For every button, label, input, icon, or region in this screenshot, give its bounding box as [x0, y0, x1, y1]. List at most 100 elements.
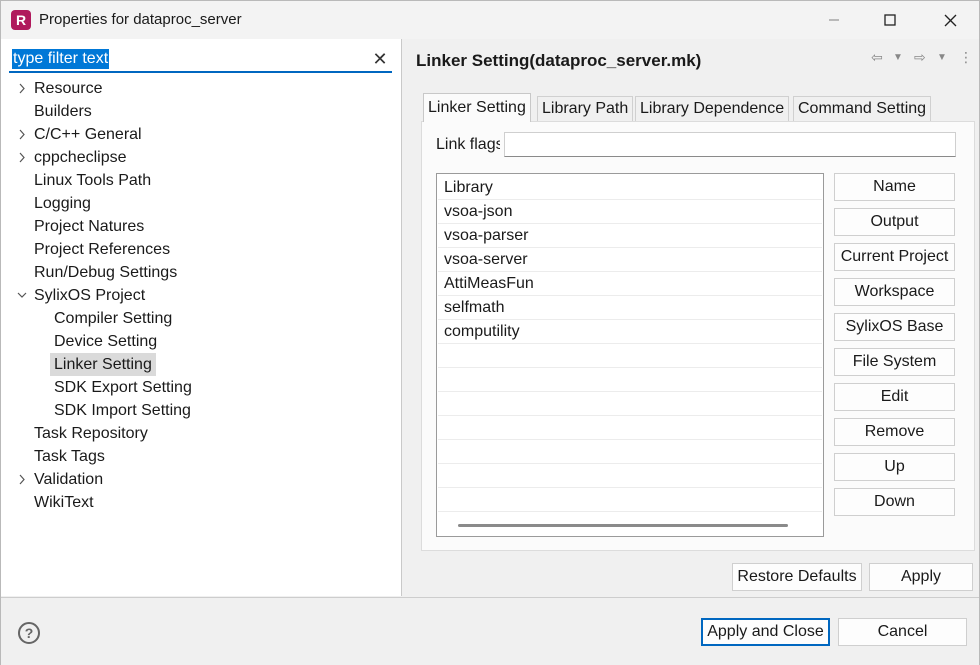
apply-button[interactable]: Apply [869, 563, 973, 591]
restore-defaults-button[interactable]: Restore Defaults [732, 563, 862, 591]
tree-item[interactable]: Device Setting [1, 330, 401, 353]
tree-item-label: SDK Export Setting [54, 379, 192, 396]
library-list-item[interactable]: AttiMeasFun [438, 272, 822, 296]
tree-item[interactable]: Project References [1, 238, 401, 261]
chevron-right-icon[interactable] [16, 123, 28, 146]
link-flags-label: Link flags [436, 136, 500, 153]
minimize-icon [829, 19, 839, 21]
tree-item[interactable]: SDK Export Setting [1, 376, 401, 399]
maximize-icon [884, 14, 896, 26]
tree-item-label: Task Repository [34, 425, 148, 442]
filter-box: type filter text ✕ [9, 47, 392, 73]
tree-item-label: Project References [34, 241, 171, 258]
output-button[interactable]: Output [834, 208, 955, 236]
workspace-button[interactable]: Workspace [834, 278, 955, 306]
edit-button[interactable]: Edit [834, 383, 955, 411]
tree-item-label: Device Setting [54, 333, 158, 350]
sylixos-base-button[interactable]: SylixOS Base [834, 313, 955, 341]
link-flags-input[interactable] [504, 132, 956, 157]
library-list[interactable]: computility selfmath AttiMeasFun vsoa-serve… [436, 173, 824, 537]
cancel-button[interactable]: Cancel [838, 618, 967, 646]
tree-item[interactable]: WikiText [1, 491, 401, 514]
up-button[interactable]: Up [834, 453, 955, 481]
page-nav-icons: ⇦ ▼ ⇨ ▼ ⋮ [871, 49, 976, 69]
library-list-item[interactable] [438, 440, 822, 464]
current-project-button[interactable]: Current Project [834, 243, 955, 271]
tree-item-label: Run/Debug Settings [34, 264, 178, 281]
dialog-footer: ? Apply and Close Cancel [1, 597, 979, 665]
library-list-item[interactable] [438, 344, 822, 368]
tree-item[interactable]: Linux Tools Path [1, 169, 401, 192]
help-icon[interactable]: ? [18, 622, 40, 644]
down-button[interactable]: Down [834, 488, 955, 516]
tree-item[interactable]: C/C++ General [1, 123, 401, 146]
tree-item-label: SylixOS Project [34, 287, 146, 304]
library-list-item[interactable] [438, 368, 822, 392]
maximize-button[interactable] [867, 1, 913, 39]
tree-item-label: C/C++ General [34, 126, 142, 143]
tree-item[interactable]: SDK Import Setting [1, 399, 401, 422]
clear-icon[interactable]: ✕ [372, 49, 388, 69]
tree-item-label: Builders [34, 103, 92, 120]
library-list-item[interactable]: computility [438, 320, 822, 344]
view-menu-icon[interactable]: ⋮ [959, 49, 973, 66]
tab-library-dependence[interactable]: Library Dependence [635, 96, 790, 121]
tree-item[interactable]: Builders [1, 100, 401, 123]
chevron-down-icon[interactable] [16, 284, 28, 307]
file-system-button[interactable]: File System [834, 348, 955, 376]
tree-item[interactable]: Logging [1, 192, 401, 215]
back-dropdown-icon[interactable]: ▼ [893, 52, 903, 63]
library-list-item[interactable] [438, 464, 822, 488]
tree-item[interactable]: Resource [1, 77, 401, 100]
tree-item[interactable]: Task Repository [1, 422, 401, 445]
tree-item-label: Logging [34, 195, 91, 212]
chevron-right-icon[interactable] [16, 77, 28, 100]
tree-item-label: Resource [34, 80, 103, 97]
forward-arrow-icon[interactable]: ⇨ [914, 49, 926, 66]
page-title: Linker Setting(dataproc_server.mk) [416, 51, 702, 70]
navigation-pane: type filter text ✕ Resource Builders C/C++… [1, 39, 402, 596]
tree-item[interactable]: SylixOS Project [1, 284, 401, 307]
tree-item-label: Compiler Setting [54, 310, 173, 327]
library-list-item[interactable]: Library [438, 176, 822, 200]
forward-dropdown-icon[interactable]: ▼ [937, 52, 947, 63]
tree-item[interactable]: Validation [1, 468, 401, 491]
tree-item[interactable]: Project Natures [1, 215, 401, 238]
tree-item[interactable]: Task Tags [1, 445, 401, 468]
library-list-item[interactable] [438, 488, 822, 512]
horizontal-scrollbar[interactable] [458, 524, 788, 527]
tree-item[interactable]: cppcheclipse [1, 146, 401, 169]
chevron-right-icon[interactable] [16, 468, 28, 491]
tree-item-label: cppcheclipse [34, 149, 127, 166]
tab-library-path[interactable]: Library Path [537, 96, 634, 121]
tree-item[interactable]: Linker Setting [1, 353, 401, 376]
settings-pane: Linker Setting(dataproc_server.mk) ⇦ ▼ ⇨… [403, 39, 979, 596]
tree-item[interactable]: Compiler Setting [1, 307, 401, 330]
apply-and-close-button[interactable]: Apply and Close [701, 618, 830, 646]
minimize-button[interactable] [811, 1, 857, 39]
tree-item-label: Linker Setting [50, 353, 156, 376]
library-list-item[interactable]: vsoa-server [438, 248, 822, 272]
tab-linker-setting[interactable]: Linker Setting [423, 93, 531, 122]
properties-dialog: R Properties for dataproc_server type fi… [0, 0, 980, 665]
tree-item[interactable]: Run/Debug Settings [1, 261, 401, 284]
tree-item-label: Linux Tools Path [34, 172, 152, 189]
remove-button[interactable]: Remove [834, 418, 955, 446]
close-button[interactable] [927, 1, 973, 39]
name-button[interactable]: Name [834, 173, 955, 201]
library-list-item[interactable] [438, 416, 822, 440]
library-list-item[interactable]: selfmath [438, 296, 822, 320]
tree-item-label: Task Tags [34, 448, 105, 465]
library-list-item[interactable] [438, 392, 822, 416]
back-arrow-icon[interactable]: ⇦ [871, 49, 883, 66]
library-list-item[interactable]: vsoa-json [438, 200, 822, 224]
app-logo-icon: R [11, 10, 31, 30]
tree-item-label: Project Natures [34, 218, 145, 235]
library-list-item[interactable]: vsoa-parser [438, 224, 822, 248]
chevron-right-icon[interactable] [16, 146, 28, 169]
title-bar: R Properties for dataproc_server [1, 1, 979, 39]
tree-item-label: SDK Import Setting [54, 402, 191, 419]
filter-selected-text: type filter text [12, 49, 110, 69]
tab-content: Link flags computility selfmath AttiMeasFu… [421, 121, 975, 551]
tab-command-setting[interactable]: Command Setting [793, 96, 932, 121]
